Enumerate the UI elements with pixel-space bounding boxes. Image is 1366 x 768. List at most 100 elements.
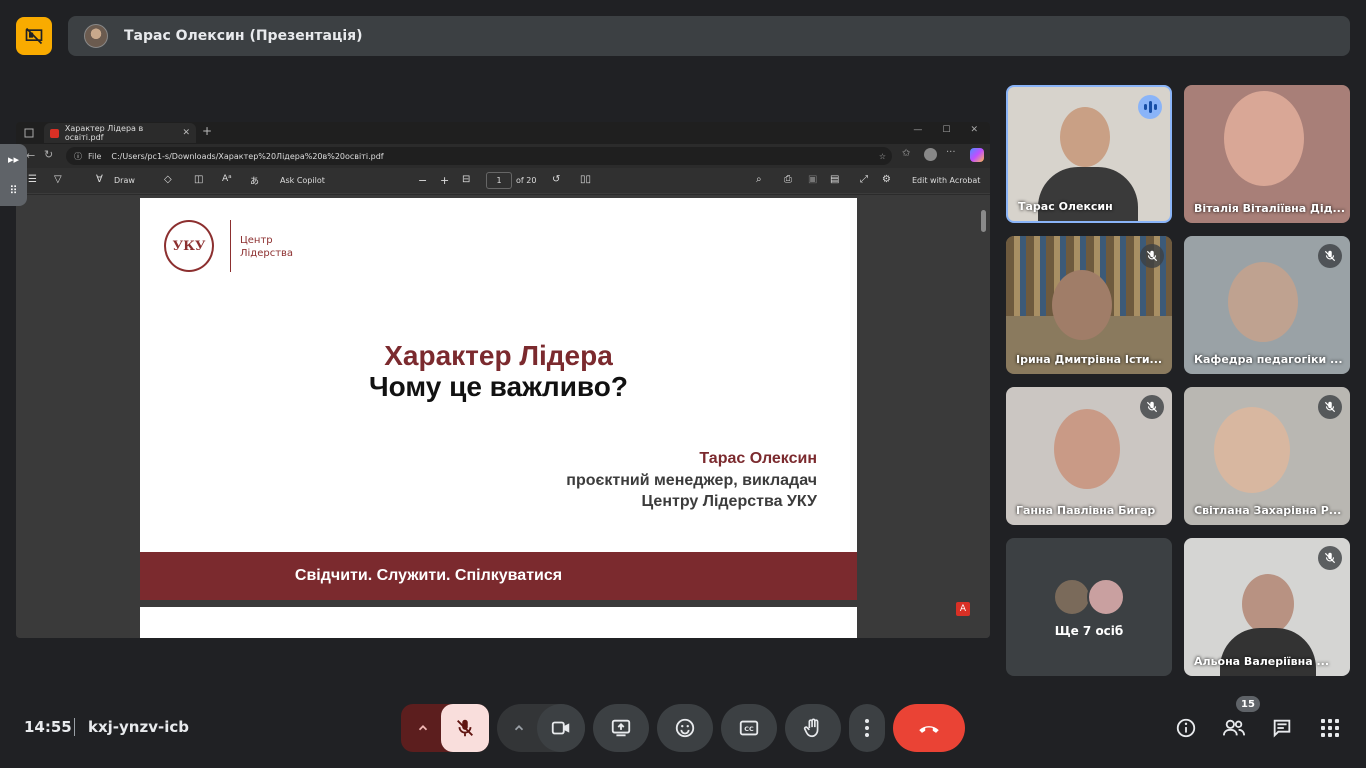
search-icon[interactable]: ⌕ bbox=[756, 174, 762, 185]
chat-icon[interactable] bbox=[1270, 716, 1294, 740]
pdf-page-2 bbox=[140, 607, 857, 638]
participant-tile-8[interactable]: Альона Валеріївна ... bbox=[1184, 538, 1350, 676]
participant-name: Кафедра педагогіки ... bbox=[1194, 353, 1343, 366]
participant-avatar bbox=[1087, 578, 1125, 616]
save-as-icon[interactable]: ▤ bbox=[830, 174, 839, 185]
zoom-in-button[interactable]: + bbox=[440, 174, 449, 187]
acrobat-icon[interactable]: A bbox=[956, 602, 970, 616]
save-icon[interactable]: ▣ bbox=[808, 174, 817, 185]
present-screen-icon[interactable] bbox=[593, 704, 649, 752]
new-tab-button[interactable]: + bbox=[202, 124, 212, 138]
slide-title: Характер Лідера bbox=[384, 340, 613, 371]
scrollbar-thumb[interactable] bbox=[981, 210, 986, 232]
more-participants-tile[interactable]: Ще 7 осіб bbox=[1006, 538, 1172, 676]
tab-actions-icon[interactable] bbox=[24, 128, 34, 138]
page-view-icon[interactable]: ◫ bbox=[194, 174, 203, 185]
participant-video bbox=[1052, 270, 1112, 340]
end-call-icon[interactable] bbox=[893, 704, 965, 752]
side-panel-handle[interactable]: ▸▸ ⠿ bbox=[0, 144, 27, 206]
info-circle-icon: ⓘ bbox=[74, 151, 82, 161]
mic-options-chevron-icon[interactable] bbox=[401, 704, 445, 752]
eraser-icon[interactable]: ◇ bbox=[164, 174, 172, 185]
camera-icon[interactable] bbox=[537, 704, 585, 752]
participant-video bbox=[1224, 91, 1304, 186]
fit-page-icon[interactable]: ⊟ bbox=[462, 174, 470, 185]
participant-video bbox=[1228, 262, 1298, 342]
meeting-clock: 14:55 bbox=[24, 718, 72, 736]
back-icon[interactable]: ← bbox=[26, 149, 35, 162]
participant-video bbox=[1060, 107, 1110, 167]
profile-avatar[interactable] bbox=[924, 148, 937, 161]
highlight-icon[interactable]: ▽ bbox=[54, 174, 62, 185]
camera-options-chevron-icon[interactable] bbox=[497, 704, 541, 752]
mic-off-icon bbox=[1140, 395, 1164, 419]
meeting-code: kxj-ynzv-icb bbox=[88, 718, 189, 736]
zoom-out-button[interactable]: − bbox=[418, 174, 427, 187]
pdf-scrollbar[interactable] bbox=[980, 198, 988, 638]
browser-menu-icon[interactable]: ··· bbox=[946, 147, 956, 158]
participant-name: Тарас Олексин bbox=[1018, 200, 1113, 213]
two-page-icon[interactable]: ▯▯ bbox=[580, 174, 591, 185]
participant-video bbox=[1054, 409, 1120, 489]
tab-close-icon[interactable]: ✕ bbox=[182, 128, 190, 138]
pdf-page-1: УКУ Центр Лідерства Характер Лідера Чому… bbox=[140, 198, 857, 600]
minimize-icon[interactable]: — bbox=[913, 125, 922, 135]
captions-icon[interactable]: CC bbox=[721, 704, 777, 752]
slide-subtitle: Чому це важливо? bbox=[369, 371, 628, 402]
copilot-icon[interactable] bbox=[970, 148, 984, 162]
speaking-indicator-icon bbox=[1138, 95, 1162, 119]
participant-video bbox=[1214, 407, 1290, 493]
participant-video bbox=[1242, 574, 1294, 634]
people-icon[interactable] bbox=[1222, 716, 1246, 740]
refresh-icon[interactable]: ↻ bbox=[44, 148, 53, 161]
fullscreen-icon[interactable]: ⤢ bbox=[860, 174, 868, 185]
expand-icon: ▸▸ bbox=[7, 153, 20, 166]
participant-tile-5[interactable]: Ганна Павлівна Бигар bbox=[1006, 387, 1172, 525]
page-number-input[interactable]: 1 bbox=[486, 172, 512, 189]
activities-icon[interactable] bbox=[1318, 716, 1342, 740]
browser-tab-bar: Характер Лідера в освіті.pdf ✕ + — ☐ ✕ bbox=[16, 122, 990, 144]
address-scheme: File bbox=[88, 151, 102, 161]
ask-copilot-button[interactable]: Ask Copilot bbox=[280, 176, 325, 185]
read-aloud-icon[interactable]: Aᵃ bbox=[222, 174, 232, 184]
logo-divider bbox=[230, 220, 231, 272]
star-icon[interactable]: ☆ bbox=[879, 152, 886, 161]
rotate-icon[interactable]: ↺ bbox=[552, 174, 560, 185]
address-url: C:/Users/pc1-s/Downloads/Характер%20Ліде… bbox=[111, 151, 384, 161]
mic-off-icon bbox=[1318, 546, 1342, 570]
footer-divider bbox=[74, 718, 75, 736]
draw-icon[interactable]: ∀ bbox=[96, 174, 103, 185]
participant-name: Ірина Дмитрівна Істи... bbox=[1016, 353, 1163, 366]
page-total: of 20 bbox=[516, 176, 537, 185]
present-off-icon[interactable] bbox=[16, 17, 52, 55]
browser-tab[interactable]: Характер Лідера в освіті.pdf ✕ bbox=[44, 123, 196, 143]
mic-off-icon[interactable] bbox=[441, 704, 489, 752]
settings-icon[interactable]: ⚙ bbox=[882, 174, 891, 185]
participant-tile-2[interactable]: Віталія Віталіївна Дід... bbox=[1184, 85, 1350, 223]
presentation-banner: Тарас Олексин (Презентація) bbox=[68, 16, 1350, 56]
print-icon[interactable]: ⎙ bbox=[784, 174, 792, 185]
favorites-icon[interactable]: ✩ bbox=[902, 148, 910, 159]
slide-role-line1: проєктний менеджер, викладач bbox=[566, 472, 817, 489]
translate-icon[interactable]: あ bbox=[250, 174, 259, 187]
maximize-icon[interactable]: ☐ bbox=[942, 125, 950, 135]
presenter-title: Тарас Олексин (Презентація) bbox=[124, 28, 363, 44]
mic-off-icon bbox=[1318, 244, 1342, 268]
info-icon[interactable] bbox=[1174, 716, 1198, 740]
participant-tile-4[interactable]: Кафедра педагогіки ... bbox=[1184, 236, 1350, 374]
more-options-icon[interactable] bbox=[849, 704, 885, 752]
participant-tile-6[interactable]: Світлана Захарівна Р... bbox=[1184, 387, 1350, 525]
contents-icon[interactable]: ☰ bbox=[28, 174, 37, 185]
presenter-avatar bbox=[84, 24, 108, 48]
raise-hand-icon[interactable] bbox=[785, 704, 841, 752]
participant-avatar bbox=[1053, 578, 1091, 616]
draw-button[interactable]: Draw bbox=[114, 176, 135, 185]
emoji-icon[interactable] bbox=[657, 704, 713, 752]
close-window-icon[interactable]: ✕ bbox=[970, 125, 978, 135]
participant-tile-1[interactable]: Тарас Олексин bbox=[1006, 85, 1172, 223]
edit-with-acrobat-button[interactable]: Edit with Acrobat bbox=[912, 176, 980, 185]
participant-tile-3[interactable]: Ірина Дмитрівна Істи... bbox=[1006, 236, 1172, 374]
logo-text: Центр Лідерства bbox=[240, 234, 293, 260]
people-count-badge: 15 bbox=[1236, 696, 1260, 712]
address-bar[interactable]: ⓘ File C:/Users/pc1-s/Downloads/Характер… bbox=[66, 147, 892, 165]
